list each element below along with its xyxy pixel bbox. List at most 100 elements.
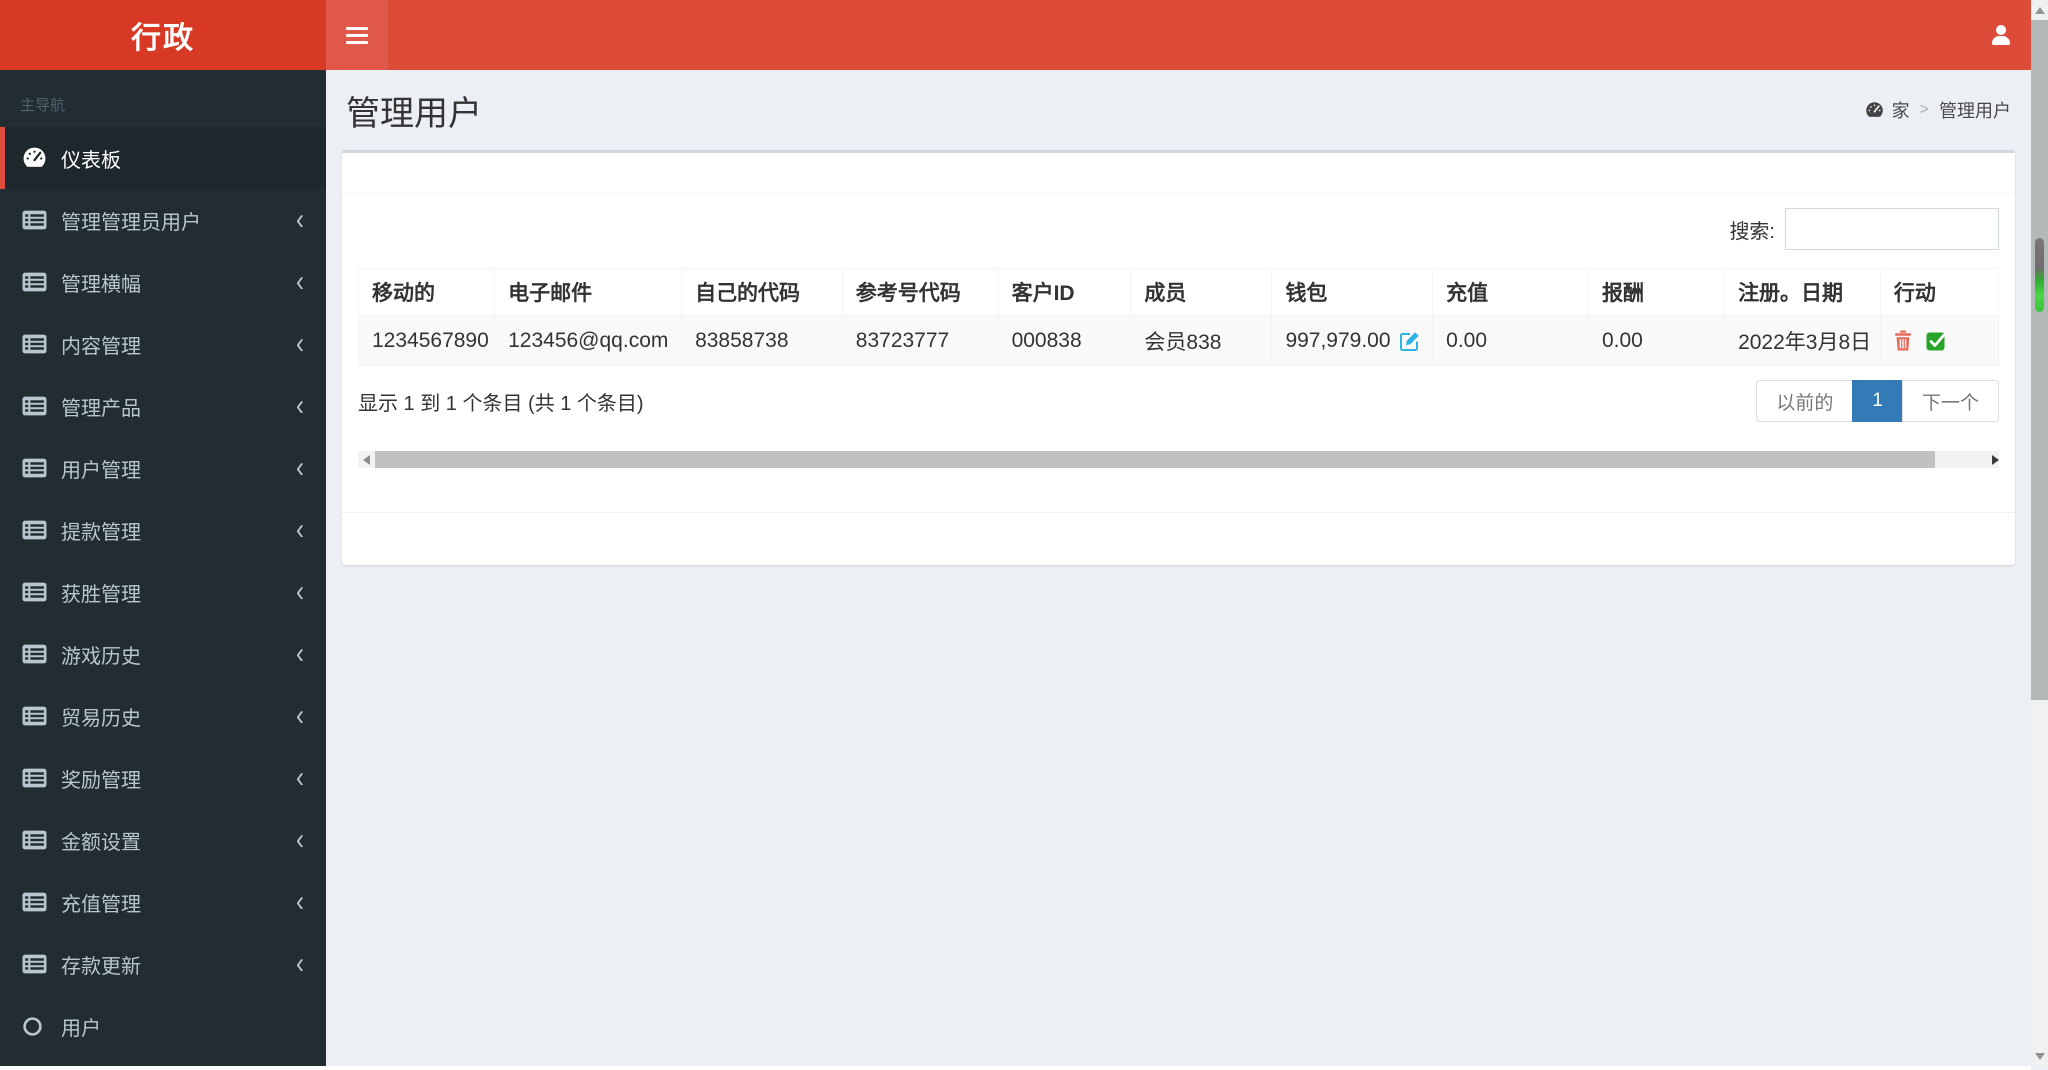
cell-ref-code: 83723777 [841, 315, 999, 366]
sidebar-toggle-button[interactable] [326, 0, 388, 70]
sidebar-item-label: 获胜管理 [61, 583, 141, 606]
list-icon [22, 954, 48, 974]
sidebar-item-manage-admin-users[interactable]: 管理管理员用户 ‹ [0, 189, 326, 251]
column-header-wallet: 钱包 [1271, 268, 1434, 316]
column-header-member: 成员 [1130, 268, 1273, 316]
column-header-mobile: 移动的 [357, 268, 496, 316]
list-icon [22, 396, 48, 416]
bottom-edge [0, 1066, 2031, 1070]
pagination: 以前的 1 下一个 [1756, 380, 1999, 422]
chevron-left-icon: ‹ [296, 760, 304, 795]
vertical-scrollbar-thumb[interactable] [2031, 20, 2048, 700]
breadcrumb: 家 > 管理用户 [1864, 97, 2011, 123]
cell-wallet: 997,979.00 [1271, 315, 1434, 366]
cell-own-code: 83858738 [681, 315, 843, 366]
search-input[interactable] [1785, 208, 1999, 250]
main-content: 管理用户 家 > 管理用户 搜索: 移动的 电子邮件 自己的代码 参考号代码 客… [326, 70, 2031, 1066]
cell-email: 123456@qq.com [494, 315, 683, 366]
sidebar-item-trade-history[interactable]: 贸易历史 ‹ [0, 685, 326, 747]
sidebar-item-user[interactable]: 用户 [0, 995, 326, 1057]
sidebar-item-reward-management[interactable]: 奖励管理 ‹ [0, 747, 326, 809]
chevron-left-icon: ‹ [296, 636, 304, 671]
top-navbar: 行政 [0, 0, 2031, 70]
chevron-left-icon: ‹ [296, 574, 304, 609]
approve-user-icon[interactable] [1926, 330, 1947, 351]
breadcrumb-home-link[interactable]: 家 [1892, 97, 1910, 123]
app-logo: 行政 [0, 0, 326, 70]
list-icon [22, 272, 48, 292]
scroll-left-arrow-icon[interactable] [358, 451, 375, 468]
gauge-icon [22, 146, 48, 171]
cell-member: 会员838 [1130, 315, 1273, 366]
scroll-position-marker [2035, 238, 2044, 312]
edit-wallet-icon[interactable] [1399, 330, 1421, 352]
scroll-down-arrow-icon[interactable] [2031, 1046, 2048, 1066]
sidebar-item-amount-settings[interactable]: 金额设置 ‹ [0, 809, 326, 871]
scroll-up-arrow-icon[interactable] [2031, 0, 2048, 20]
panel-header [342, 153, 2015, 194]
sidebar-item-label: 充值管理 [61, 893, 141, 916]
sidebar-item-winning-management[interactable]: 获胜管理 ‹ [0, 561, 326, 623]
list-icon [22, 706, 48, 726]
list-icon [22, 644, 48, 664]
sidebar-item-label: 管理产品 [61, 397, 141, 420]
pagination-page-1-button[interactable]: 1 [1852, 380, 1903, 422]
delete-user-icon[interactable] [1894, 330, 1912, 351]
sidebar-item-content-management[interactable]: 内容管理 ‹ [0, 313, 326, 375]
users-panel: 搜索: 移动的 电子邮件 自己的代码 参考号代码 客户ID 成员 钱包 充值 报… [342, 150, 2015, 565]
sidebar-item-label: 用户管理 [61, 459, 141, 482]
list-icon [22, 458, 48, 478]
sidebar-item-label: 存款更新 [61, 955, 141, 978]
wallet-value: 997,979.00 [1285, 328, 1391, 352]
vertical-scrollbar[interactable] [2031, 0, 2048, 1066]
chevron-left-icon: ‹ [296, 946, 304, 981]
sidebar-item-label: 金额设置 [61, 831, 141, 854]
sidebar-item-deposit-update[interactable]: 存款更新 ‹ [0, 933, 326, 995]
panel-footer [342, 512, 2015, 565]
cell-reward: 0.00 [1587, 315, 1726, 366]
list-icon [22, 892, 48, 912]
breadcrumb-separator: > [1919, 101, 1929, 118]
list-icon [22, 334, 48, 354]
horizontal-scrollbar-thumb[interactable] [375, 451, 1935, 468]
sidebar-item-label: 游戏历史 [61, 645, 141, 668]
sidebar-item-user-management[interactable]: 用户管理 ‹ [0, 437, 326, 499]
sidebar-item-label: 奖励管理 [61, 769, 141, 792]
chevron-left-icon: ‹ [296, 264, 304, 299]
chevron-left-icon: ‹ [296, 326, 304, 361]
chevron-left-icon: ‹ [296, 450, 304, 485]
column-header-reward: 报酬 [1587, 268, 1726, 316]
list-icon [22, 582, 48, 602]
scroll-right-arrow-icon[interactable] [1982, 451, 1999, 468]
sidebar-item-label: 内容管理 [61, 335, 141, 358]
chevron-left-icon: ‹ [296, 388, 304, 423]
sidebar-section-label: 主导航 [20, 97, 66, 114]
table-info: 显示 1 到 1 个条目 (共 1 个条目) [358, 392, 644, 415]
sidebar-item-recharge-management[interactable]: 充值管理 ‹ [0, 871, 326, 933]
table-header-row: 移动的 电子邮件 自己的代码 参考号代码 客户ID 成员 钱包 充值 报酬 注册… [357, 268, 2000, 316]
pagination-next-button[interactable]: 下一个 [1901, 380, 1999, 422]
cell-actions [1879, 315, 2000, 366]
users-table: 移动的 电子邮件 自己的代码 参考号代码 客户ID 成员 钱包 充值 报酬 注册… [357, 268, 2000, 366]
sidebar-item-manage-banners[interactable]: 管理横幅 ‹ [0, 251, 326, 313]
list-icon [22, 520, 48, 540]
sidebar-item-withdrawal-management[interactable]: 提款管理 ‹ [0, 499, 326, 561]
user-menu-button[interactable] [1971, 0, 2031, 70]
list-icon [22, 210, 48, 230]
sidebar-item-dashboard[interactable]: 仪表板 [0, 127, 326, 189]
list-icon [22, 830, 48, 850]
horizontal-scrollbar[interactable] [358, 451, 1999, 468]
column-header-recharge: 充值 [1432, 268, 1589, 316]
column-header-reg-date: 注册。日期 [1724, 268, 1881, 316]
user-icon [1990, 25, 2012, 45]
breadcrumb-current: 管理用户 [1939, 101, 2011, 121]
sidebar-item-game-history[interactable]: 游戏历史 ‹ [0, 623, 326, 685]
chevron-left-icon: ‹ [296, 884, 304, 919]
pagination-previous-button[interactable]: 以前的 [1756, 380, 1854, 422]
circle-icon [22, 1016, 48, 1037]
column-header-action: 行动 [1879, 268, 2000, 316]
sidebar-item-manage-products[interactable]: 管理产品 ‹ [0, 375, 326, 437]
sidebar-item-label: 用户 [61, 1017, 101, 1040]
chevron-left-icon: ‹ [296, 822, 304, 857]
cell-customer-id: 000838 [997, 315, 1132, 366]
